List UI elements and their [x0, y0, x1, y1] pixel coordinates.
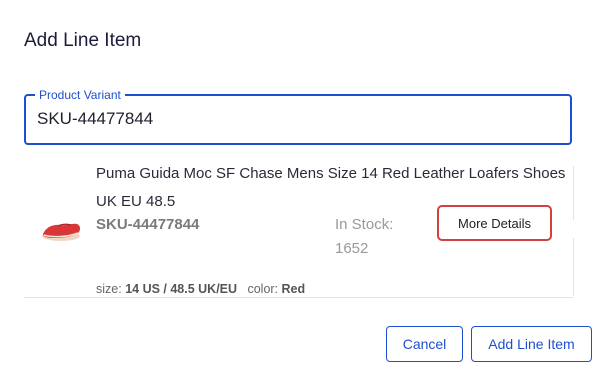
- product-result-list: Puma Guida Moc SF Chase Mens Size 14 Red…: [24, 150, 576, 298]
- product-variant-input[interactable]: [37, 109, 557, 129]
- stock-label: In Stock:: [335, 216, 394, 233]
- add-line-item-dialog: Add Line Item Product Variant Puma Guida…: [0, 0, 600, 370]
- size-label: size:: [96, 282, 122, 296]
- product-sku: SKU-44477844: [96, 216, 200, 233]
- red-loafer-shoe-icon: [40, 212, 82, 244]
- add-line-item-button[interactable]: Add Line Item: [471, 326, 592, 362]
- cancel-button[interactable]: Cancel: [386, 326, 463, 362]
- product-variant-label: Product Variant: [35, 87, 125, 103]
- stock-value: 1652: [335, 240, 369, 257]
- result-divider: [24, 297, 574, 298]
- color-value: Red: [281, 282, 306, 296]
- result-divider: [573, 166, 574, 220]
- more-details-button[interactable]: More Details: [437, 205, 552, 241]
- dialog-title: Add Line Item: [24, 30, 142, 51]
- result-divider: [573, 238, 574, 296]
- product-variant-field[interactable]: Product Variant: [24, 87, 572, 145]
- color-label: color:: [247, 282, 279, 296]
- size-value: 14 US / 48.5 UK/EU: [125, 282, 238, 296]
- product-attributes: size: 14 US / 48.5 UK/EU color: Red: [96, 282, 305, 296]
